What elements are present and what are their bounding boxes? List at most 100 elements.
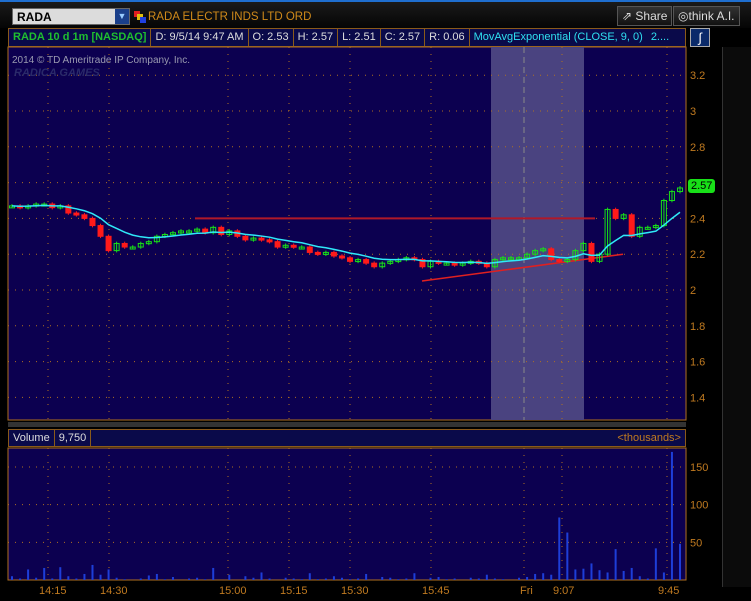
price-tick-label: 2 — [690, 285, 696, 297]
volume-tick-label: 100 — [690, 500, 708, 512]
time-label: 14:15 — [39, 585, 67, 597]
volume-bar — [493, 578, 496, 580]
volume-bar — [155, 573, 158, 580]
volume-bar — [582, 568, 585, 580]
candle — [612, 208, 619, 219]
volume-bar — [574, 569, 577, 580]
volume-bar — [316, 579, 319, 580]
volume-header: Volume 9,750 <thousands> — [8, 429, 686, 447]
time-label: 9:07 — [553, 585, 574, 597]
volume-bar — [501, 579, 504, 580]
volume-units: <thousands> — [617, 432, 681, 444]
volume-bar — [268, 578, 271, 580]
candle — [628, 214, 635, 237]
time-label: Fri — [520, 585, 533, 597]
candle — [73, 212, 80, 216]
volume-bar — [413, 573, 416, 580]
volume-bar — [389, 577, 392, 580]
volume-tick-label: 50 — [690, 537, 702, 549]
copyright: 2014 © TD Ameritrade IP Company, Inc. — [12, 55, 191, 66]
volume-bar — [590, 563, 593, 580]
candle — [105, 235, 112, 252]
volume-bar — [558, 517, 561, 580]
volume-bar — [381, 576, 384, 580]
price-volume-chart[interactable]: 14:15 14:30 15:00 15:15 15:30 15:45 Fri 9:07 9:4… — [0, 0, 751, 601]
volume-bar — [679, 543, 681, 580]
candle — [266, 239, 273, 243]
price-tick-label: 1.8 — [690, 321, 705, 333]
volume-tick-label: 150 — [690, 462, 708, 474]
volume-bar — [365, 573, 368, 580]
volume-bar — [91, 564, 94, 580]
volume-bar — [622, 570, 625, 580]
volume-bar — [670, 451, 673, 580]
volume-bar — [646, 578, 649, 580]
candle — [121, 242, 128, 248]
volume-bar — [349, 579, 352, 580]
candle — [306, 246, 313, 253]
volume-bar — [526, 576, 529, 580]
volume-bar — [11, 576, 13, 580]
volume-bar — [204, 579, 207, 580]
candle — [242, 235, 249, 241]
volume-bar — [614, 549, 617, 580]
volume-bar — [27, 569, 30, 580]
candle — [556, 259, 563, 263]
volume-bar — [477, 578, 480, 580]
volume-panel — [7, 447, 687, 581]
time-label: 14:30 — [100, 585, 128, 597]
volume-bar — [566, 532, 569, 580]
volume-bar — [147, 575, 150, 580]
volume-bar — [115, 577, 118, 580]
volume-bar — [357, 578, 360, 580]
volume-bar — [83, 573, 86, 580]
volume-bar — [332, 576, 335, 580]
candle — [548, 248, 555, 261]
volume-bar — [518, 577, 521, 580]
volume-bar — [43, 567, 46, 580]
watermark: RADICA GAMES — [14, 67, 100, 79]
price-tick-label: 2.4 — [690, 213, 705, 225]
candle — [330, 251, 337, 257]
candle — [274, 241, 281, 248]
volume-bar — [542, 573, 545, 580]
time-label: 15:00 — [219, 585, 247, 597]
candle — [338, 255, 345, 259]
volume-label: Volume — [9, 430, 55, 446]
volume-bar — [397, 579, 400, 580]
volume-bar — [75, 578, 78, 580]
volume-bar — [598, 570, 601, 580]
volume-bar — [188, 578, 191, 580]
volume-bar — [437, 576, 440, 580]
volume-bar — [630, 567, 633, 580]
volume-bar — [429, 577, 432, 580]
volume-bar — [638, 576, 641, 580]
volume-bar — [445, 579, 448, 580]
candle — [347, 257, 354, 262]
volume-bar — [654, 548, 657, 580]
volume-bar — [171, 576, 174, 580]
volume-bar — [662, 572, 665, 580]
volume-bar — [469, 577, 472, 580]
volume-bar — [550, 574, 553, 580]
volume-bar — [534, 573, 537, 580]
candle — [363, 259, 370, 264]
volume-bar — [244, 576, 247, 580]
volume-bar — [59, 567, 62, 580]
volume-bar — [163, 579, 166, 580]
volume-bar — [292, 578, 295, 580]
price-panel — [7, 46, 687, 421]
candle — [89, 217, 96, 227]
time-label: 15:45 — [422, 585, 450, 597]
volume-bar — [340, 577, 343, 580]
volume-bar — [300, 579, 303, 580]
premarket-shade — [491, 47, 584, 420]
volume-bar — [405, 578, 408, 580]
time-label: 15:30 — [341, 585, 369, 597]
volume-bar — [99, 574, 102, 580]
time-label: 9:45 — [658, 585, 679, 597]
volume-bar — [139, 578, 142, 580]
volume-bar — [67, 576, 70, 580]
volume-bar — [123, 579, 126, 580]
price-tick-label: 3 — [690, 106, 696, 118]
